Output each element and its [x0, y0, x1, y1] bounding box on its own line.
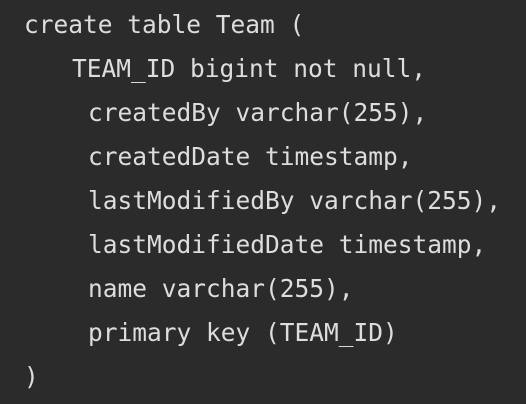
code-line-last-modified-by: lastModifiedBy varchar(255),	[88, 186, 502, 215]
code-line-created-date: createdDate timestamp,	[88, 142, 413, 171]
code-line-name: name varchar(255),	[88, 274, 354, 303]
code-line-create-table: create table Team (	[24, 10, 305, 39]
code-line-close-paren: )	[24, 362, 39, 391]
code-line-primary-key: primary key (TEAM_ID)	[88, 318, 398, 347]
code-line-team-id: TEAM_ID bigint not null,	[72, 54, 427, 83]
code-line-last-modified-date: lastModifiedDate timestamp,	[88, 230, 487, 259]
code-line-created-by: createdBy varchar(255),	[88, 98, 428, 127]
code-editor[interactable]: create table Team ( TEAM_ID bigint not n…	[0, 0, 526, 404]
